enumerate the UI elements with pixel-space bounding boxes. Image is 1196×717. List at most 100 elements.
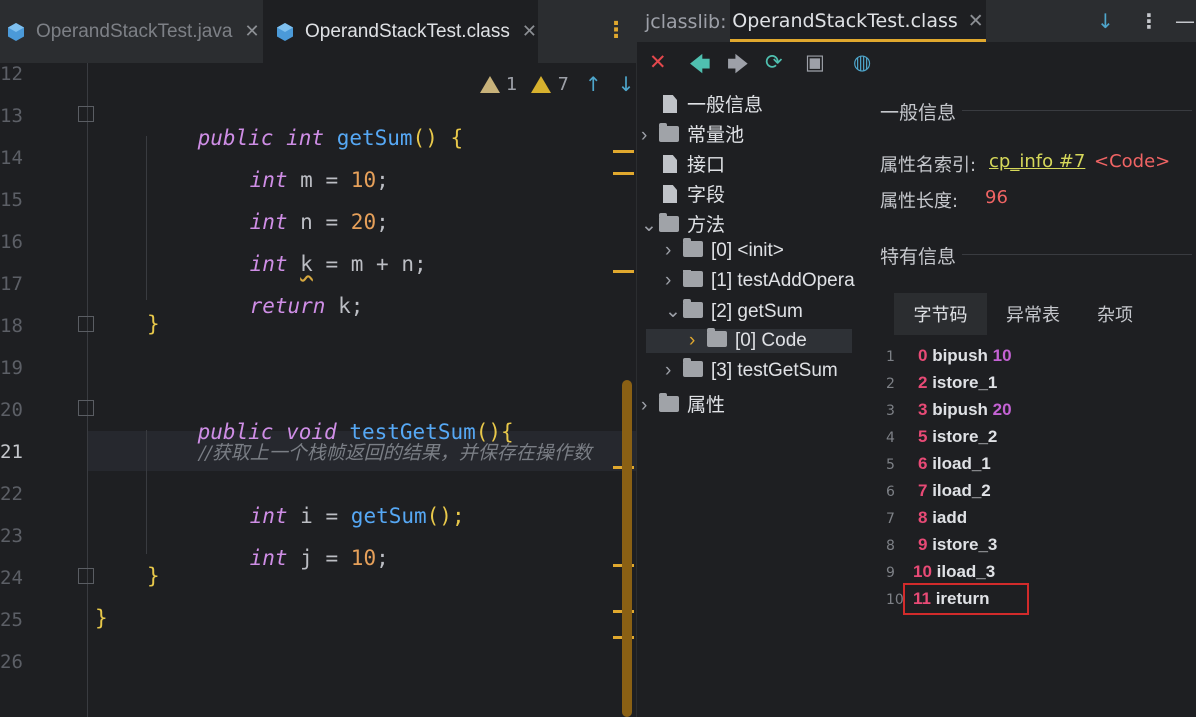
fold-marker[interactable] [78,316,94,332]
tree-item-method-1[interactable]: › [1] testAddOpera [665,270,857,292]
attr-length-label: 属性长度: [880,191,959,212]
tab-bytecode[interactable]: 字节码 [894,293,987,335]
bytecode-line-number: 6 [886,484,895,500]
more-icon[interactable]: ⋮ [605,18,627,43]
code-line-25[interactable]: } [95,606,108,630]
tree-item-methods[interactable]: ⌄ 方法 [641,210,725,237]
code-line-18[interactable]: } [147,312,160,336]
tree-item-method-2[interactable]: ⌄ [2] getSum [665,298,803,323]
operator: = [325,546,339,570]
bytecode-row[interactable]: 2 istore_1 [918,373,997,393]
tab-label: OperandStackTest.java [36,20,233,42]
arrow-up-icon[interactable]: ↑ [585,72,602,96]
tree-item-method-3[interactable]: › [3] testGetSum [665,357,838,382]
download-icon[interactable]: ↓ [1097,9,1114,33]
bytecode-opcode: bipush [932,346,988,365]
tab-operandstacktest-java[interactable]: OperandStackTest.java ✕ [6,0,263,63]
tree-label: [2] getSum [711,301,803,322]
bytecode-row[interactable]: 10 iload_3 [913,562,995,582]
globe-icon[interactable]: ◍ [853,50,871,74]
bytecode-row[interactable]: 6 iload_1 [918,454,991,474]
bytecode-row[interactable]: 5 istore_2 [918,427,997,447]
folder-icon [659,392,679,412]
document-icon [663,94,677,113]
close-icon[interactable]: ✕ [522,21,537,42]
bytecode-row[interactable]: 7 iload_2 [918,481,991,501]
tree-item-fields[interactable]: 字段 [663,180,725,207]
tab-exception-table[interactable]: 异常表 [989,293,1077,335]
chevron-down-icon[interactable]: ⌄ [641,214,657,237]
code-line-23[interactable]: int j = 10; [199,522,389,594]
tree-label: [0] Code [735,330,807,351]
tab-operandstacktest-class[interactable]: OperandStackTest.class ✕ [263,0,538,63]
close-icon[interactable]: ✕ [968,10,984,32]
tree-label: [3] testGetSum [711,360,838,381]
warning-stripe[interactable] [613,270,634,273]
minimize-icon[interactable]: — [1175,9,1195,33]
close-icon[interactable]: ✕ [649,50,667,74]
tree-label: 字段 [687,185,726,206]
code-line-17[interactable]: return k; [199,270,364,342]
chevron-right-icon[interactable]: › [665,360,679,382]
bytecode-row[interactable]: 9 istore_3 [918,535,997,555]
chevron-right-icon[interactable]: › [689,330,703,352]
fold-marker[interactable] [78,400,94,416]
save-icon[interactable]: ▣ [805,50,825,74]
warning-stripe[interactable] [613,150,634,153]
bytecode-opcode: istore_3 [932,535,998,554]
refresh-icon[interactable]: ⟳ [765,50,783,74]
chevron-right-icon[interactable]: › [641,395,655,417]
document-icon [663,154,677,173]
bytecode-row[interactable]: 3 bipush 20 [918,400,1012,420]
jclasslib-panel: jclasslib: OperandStackTest.class ✕ ↓ ⋮ … [636,0,1196,717]
tree-item-general[interactable]: 一般信息 [663,90,763,117]
class-file-icon [277,22,293,41]
editor-tab-bar: OperandStackTest.java ✕ OperandStackTest… [0,0,636,63]
jclasslib-tab-bar: jclasslib: OperandStackTest.class ✕ ↓ ⋮ … [637,0,1196,42]
arrow-down-icon[interactable]: ↓ [618,72,635,96]
folder-icon [659,212,679,232]
tree-label: 属性 [687,395,726,416]
line-number: 25 [0,609,23,631]
bytecode-row[interactable]: 11 ireturn [913,589,990,609]
back-icon[interactable]: 🡄 [689,50,711,85]
chevron-right-icon[interactable]: › [641,125,655,147]
bytecode-offset: 2 [918,373,933,392]
bytecode-opcode: iload_1 [932,454,991,473]
attr-name-link[interactable]: cp_info #7 [989,151,1085,172]
code-editor[interactable]: OperandStackTest.java ✕ OperandStackTest… [0,0,636,717]
tree-label: 方法 [687,215,726,236]
code-line-21-comment[interactable]: //获取上一个栈帧返回的结果，并保存在操作数 [199,438,592,465]
warning-stripe[interactable] [613,172,634,175]
chevron-right-icon[interactable]: › [665,270,679,292]
fold-marker[interactable] [78,106,94,122]
tree-item-constant-pool[interactable]: › 常量池 [641,120,744,147]
bytecode-row[interactable]: 0 bipush 10 [918,346,1012,366]
bytecode-row[interactable]: 8 iadd [918,508,967,528]
line-number: 12 [0,63,23,85]
tree-item-attributes[interactable]: › 属性 [641,390,725,417]
chevron-down-icon[interactable]: ⌄ [665,300,681,323]
line-number-gutter: 12 13 14 15 16 17 18 19 20 21 22 23 24 2… [0,63,100,717]
fold-marker[interactable] [78,568,94,584]
close-icon[interactable]: ✕ [244,21,259,42]
line-number: 24 [0,567,23,589]
tree-item-interfaces[interactable]: 接口 [663,150,725,177]
line-number: 22 [0,483,23,505]
code-line-24[interactable]: } [147,564,160,588]
tree-label: 一般信息 [687,95,764,116]
forward-icon[interactable]: 🡆 [727,50,749,85]
tree-item-code[interactable]: › [0] Code [689,327,807,352]
tree-item-method-0[interactable]: › [0] <init> [665,237,784,262]
tab-jclasslib-class[interactable]: OperandStackTest.class ✕ [730,0,986,42]
weak-warning-count: 1 [506,73,518,95]
tab-misc[interactable]: 杂项 [1079,293,1151,335]
more-icon[interactable]: ⋮ [1139,9,1159,33]
bytecode-line-number: 8 [886,538,895,554]
tree-label: [0] <init> [711,240,784,261]
chevron-right-icon[interactable]: › [665,240,679,262]
inspection-widget[interactable]: 1 7 ↑ ↓ [480,72,634,96]
vertical-scrollbar[interactable] [622,380,632,717]
code-text: k; [338,294,364,318]
folder-icon [683,237,703,257]
